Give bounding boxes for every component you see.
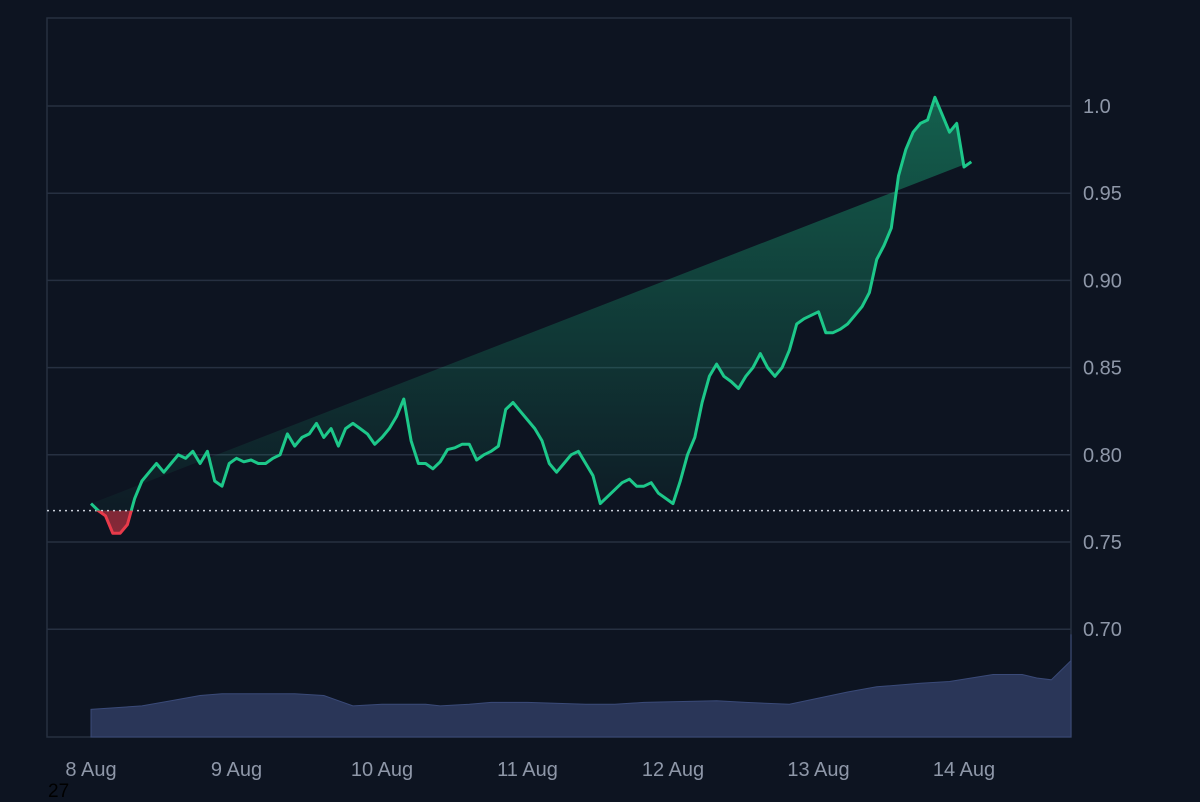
x-tick-label: 12 Aug [642, 759, 704, 781]
y-tick-label: 0.85 [1083, 358, 1122, 380]
chart-canvas: 0.70 0.75 0.80 0.85 0.90 0.95 1.0 8 Aug 9 Aug 10 … [46, 17, 1122, 781]
x-tick-label: 10 Aug [351, 759, 413, 781]
price-area-above-baseline [91, 97, 972, 511]
bottom-note: 27 [48, 781, 70, 802]
x-tick-label: 14 Aug [933, 759, 995, 781]
y-tick-label: 1.0 [1083, 96, 1111, 118]
x-tick-label: 11 Aug [497, 759, 558, 781]
y-tick-label: 0.95 [1083, 183, 1122, 205]
y-tick-label: 0.90 [1083, 270, 1122, 292]
volume-area [90, 634, 1072, 738]
y-tick-label: 0.70 [1083, 619, 1122, 641]
x-tick-label: 13 Aug [787, 759, 849, 781]
x-tick-label: 9 Aug [211, 759, 262, 781]
x-tick-label: 8 Aug [65, 759, 116, 781]
y-tick-label: 0.80 [1083, 445, 1122, 467]
y-tick-label: 0.75 [1083, 532, 1122, 554]
price-chart: 0.70 0.75 0.80 0.85 0.90 0.95 1.0 8 Aug 9 Aug 10 … [0, 0, 1200, 802]
